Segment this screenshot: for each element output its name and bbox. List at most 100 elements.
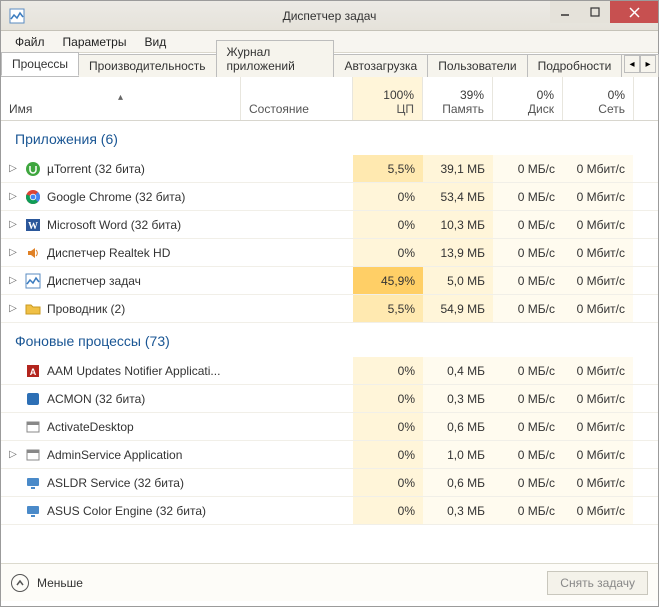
cell-disk: 0 МБ/с	[493, 441, 563, 468]
process-icon	[25, 245, 41, 261]
section-applications: Приложения (6)	[1, 121, 658, 155]
cell-cpu: 0%	[353, 441, 423, 468]
cell-status	[241, 295, 353, 322]
cell-network: 0 Мбит/с	[563, 239, 633, 266]
table-row[interactable]: ▷Проводник (2)5,5%54,9 МБ0 МБ/с0 Мбит/с	[1, 295, 658, 323]
col-name[interactable]: ▴ Имя	[1, 77, 241, 120]
fewer-details-label: Меньше	[37, 576, 83, 590]
col-cpu-pct: 100%	[383, 88, 414, 102]
close-button[interactable]	[610, 1, 658, 23]
menu-view[interactable]: Вид	[136, 33, 174, 51]
expand-icon[interactable]: ▷	[7, 303, 19, 314]
tab-scroll: ◂ ▸	[624, 55, 656, 73]
process-name: Диспетчер задач	[47, 274, 141, 288]
col-net-label: Сеть	[598, 102, 625, 116]
table-row[interactable]: ASLDR Service (32 бита)0%0,6 МБ0 МБ/с0 М…	[1, 469, 658, 497]
fewer-details-button[interactable]: Меньше	[11, 574, 83, 592]
tab-app-history[interactable]: Журнал приложений	[216, 40, 335, 77]
cell-name: ▷Проводник (2)	[1, 295, 241, 322]
process-icon	[25, 189, 41, 205]
expand-icon[interactable]: ▷	[7, 247, 19, 258]
process-icon	[25, 503, 41, 519]
table-row[interactable]: ActivateDesktop0%0,6 МБ0 МБ/с0 Мбит/с	[1, 413, 658, 441]
expand-icon[interactable]: ▷	[7, 275, 19, 286]
expand-icon[interactable]: ▷	[7, 163, 19, 174]
maximize-button[interactable]	[580, 1, 610, 23]
expand-icon[interactable]: ▷	[7, 219, 19, 230]
process-icon	[25, 447, 41, 463]
tabbar: Процессы Производительность Журнал прило…	[1, 53, 658, 77]
col-memory[interactable]: 39% Память	[423, 77, 493, 120]
cell-name: ActivateDesktop	[1, 413, 241, 440]
process-name: ActivateDesktop	[47, 420, 134, 434]
cell-status	[241, 357, 353, 384]
cell-network: 0 Мбит/с	[563, 295, 633, 322]
process-icon	[25, 419, 41, 435]
tab-scroll-right[interactable]: ▸	[640, 55, 656, 73]
process-icon	[25, 391, 41, 407]
cell-cpu: 0%	[353, 357, 423, 384]
table-row[interactable]: ▷µTorrent (32 бита)5,5%39,1 МБ0 МБ/с0 Мб…	[1, 155, 658, 183]
cell-name: AAAM Updates Notifier Applicati...	[1, 357, 241, 384]
process-icon	[25, 301, 41, 317]
cell-status	[241, 385, 353, 412]
cell-status	[241, 469, 353, 496]
table-row[interactable]: ▷Диспетчер Realtek HD0%13,9 МБ0 МБ/с0 Мб…	[1, 239, 658, 267]
table-row[interactable]: ▷Google Chrome (32 бита)0%53,4 МБ0 МБ/с0…	[1, 183, 658, 211]
cell-disk: 0 МБ/с	[493, 469, 563, 496]
cell-memory: 0,6 МБ	[423, 469, 493, 496]
process-name: ASLDR Service (32 бита)	[47, 476, 184, 490]
cell-network: 0 Мбит/с	[563, 183, 633, 210]
table-row[interactable]: AAAM Updates Notifier Applicati... 0%0,4 …	[1, 357, 658, 385]
column-headers: ▴ Имя Состояние 100% ЦП 39% Память 0% Ди…	[1, 77, 658, 121]
cell-name: ▷Диспетчер Realtek HD	[1, 239, 241, 266]
cell-network: 0 Мбит/с	[563, 413, 633, 440]
col-name-label: Имя	[9, 102, 232, 116]
col-disk-label: Диск	[528, 102, 554, 116]
col-status[interactable]: Состояние	[241, 77, 353, 120]
content-area: ▴ Имя Состояние 100% ЦП 39% Память 0% Ди…	[1, 77, 658, 563]
tab-performance[interactable]: Производительность	[78, 54, 216, 77]
table-row[interactable]: ACMON (32 бита)0%0,3 МБ0 МБ/с0 Мбит/с	[1, 385, 658, 413]
cell-memory: 0,4 МБ	[423, 357, 493, 384]
process-list[interactable]: Приложения (6) ▷µTorrent (32 бита)5,5%39…	[1, 121, 658, 559]
table-row[interactable]: ▷WMicrosoft Word (32 бита)0%10,3 МБ0 МБ/…	[1, 211, 658, 239]
expand-icon[interactable]: ▷	[7, 191, 19, 202]
sort-indicator-icon: ▴	[9, 92, 232, 102]
expand-icon[interactable]: ▷	[7, 449, 19, 460]
tab-scroll-left[interactable]: ◂	[624, 55, 640, 73]
cell-memory: 10,3 МБ	[423, 211, 493, 238]
minimize-button[interactable]	[550, 1, 580, 23]
tab-details[interactable]: Подробности	[527, 54, 623, 77]
cell-status	[241, 239, 353, 266]
cell-memory: 0,3 МБ	[423, 385, 493, 412]
cell-cpu: 5,5%	[353, 155, 423, 182]
end-task-button[interactable]: Снять задачу	[547, 571, 648, 595]
cell-status	[241, 413, 353, 440]
footer: Меньше Снять задачу	[1, 563, 658, 601]
col-network[interactable]: 0% Сеть	[563, 77, 633, 120]
tab-startup[interactable]: Автозагрузка	[333, 54, 428, 77]
cell-disk: 0 МБ/с	[493, 295, 563, 322]
cell-network: 0 Мбит/с	[563, 267, 633, 294]
tab-users[interactable]: Пользователи	[427, 54, 527, 77]
table-row[interactable]: ▷AdminService Application0%1,0 МБ0 МБ/с0…	[1, 441, 658, 469]
process-icon	[25, 475, 41, 491]
col-cpu[interactable]: 100% ЦП	[353, 77, 423, 120]
titlebar: Диспетчер задач	[1, 1, 658, 31]
cell-disk: 0 МБ/с	[493, 155, 563, 182]
cell-cpu: 5,5%	[353, 295, 423, 322]
menu-options[interactable]: Параметры	[55, 33, 135, 51]
cell-status	[241, 183, 353, 210]
process-icon: W	[25, 217, 41, 233]
menu-file[interactable]: Файл	[7, 33, 53, 51]
table-row[interactable]: ▷Диспетчер задач45,9%5,0 МБ0 МБ/с0 Мбит/…	[1, 267, 658, 295]
cell-memory: 39,1 МБ	[423, 155, 493, 182]
cell-memory: 5,0 МБ	[423, 267, 493, 294]
cell-status	[241, 441, 353, 468]
tab-processes[interactable]: Процессы	[1, 52, 79, 76]
col-disk[interactable]: 0% Диск	[493, 77, 563, 120]
cell-status	[241, 267, 353, 294]
cell-name: ASLDR Service (32 бита)	[1, 469, 241, 496]
table-row[interactable]: ASUS Color Engine (32 бита)0%0,3 МБ0 МБ/…	[1, 497, 658, 525]
